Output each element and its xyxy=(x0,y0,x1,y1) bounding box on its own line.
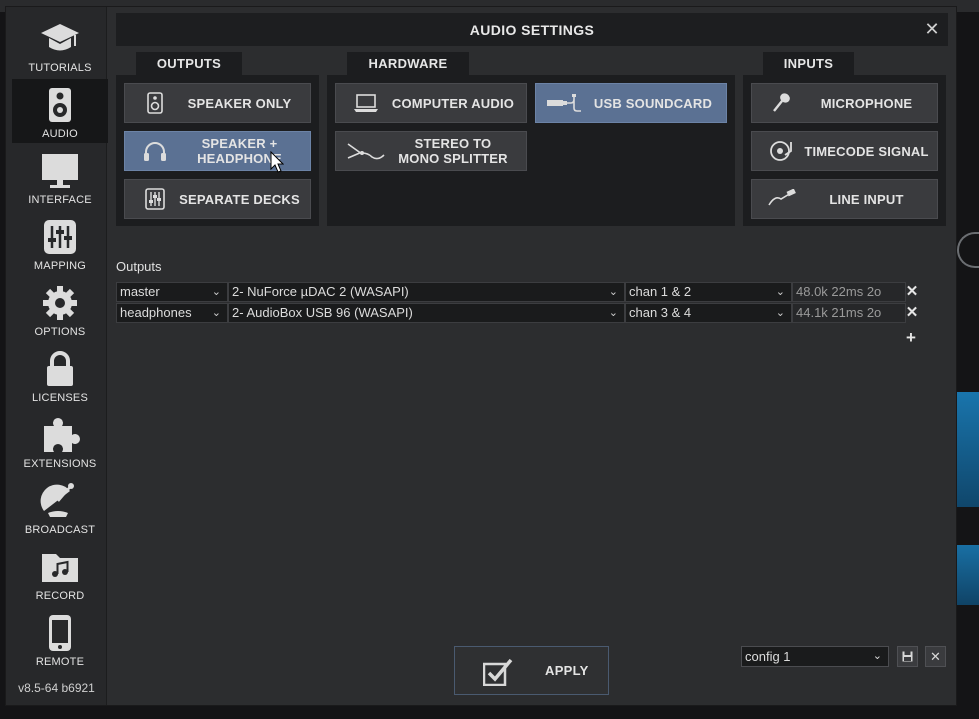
chevron-down-icon: ⌄ xyxy=(608,286,618,298)
headphones-icon xyxy=(135,140,175,162)
output-channels-select[interactable]: chan 1 & 2 ⌄ xyxy=(625,282,792,302)
sidebar-item-label: EXTENSIONS xyxy=(23,458,97,470)
stereo-mono-splitter-button[interactable]: STEREO TO MONO SPLITTER xyxy=(335,131,527,171)
background-waveform-lower xyxy=(955,545,979,605)
speaker-icon xyxy=(135,92,175,114)
satellite-dish-icon xyxy=(39,481,81,521)
sidebar-item-label: MAPPING xyxy=(33,260,87,272)
output-info: 48.0k 22ms 2o xyxy=(792,282,906,302)
timecode-signal-button[interactable]: TIMECODE SIGNAL xyxy=(751,131,938,171)
computer-audio-button[interactable]: COMPUTER AUDIO xyxy=(335,83,527,123)
cable-icon xyxy=(762,188,802,210)
speaker-only-label: SPEAKER ONLY xyxy=(187,95,292,111)
chevron-down-icon: ⌄ xyxy=(211,307,221,319)
line-input-button[interactable]: LINE INPUT xyxy=(751,179,938,219)
laptop-icon xyxy=(346,92,386,114)
outputs-section-label: Outputs xyxy=(116,259,162,274)
sidebar-item-broadcast[interactable]: BROADCAST xyxy=(12,475,108,539)
sidebar-item-options[interactable]: OPTIONS xyxy=(12,277,108,341)
inputs-group: MICROPHONE TIMECODE SIGNAL LINE INPUT xyxy=(743,75,946,226)
sidebar-item-tutorials[interactable]: TUTORIALS xyxy=(12,13,108,77)
speaker-only-button[interactable]: SPEAKER ONLY xyxy=(124,83,311,123)
background-round-button xyxy=(957,232,979,268)
graduation-cap-icon xyxy=(39,19,81,59)
close-icon[interactable]: ✕ xyxy=(923,20,941,38)
output-type-select[interactable]: master ⌄ xyxy=(116,282,228,302)
usb-soundcard-button[interactable]: USB SOUNDCARD xyxy=(535,83,727,123)
monitor-icon xyxy=(39,151,81,191)
output-device-select[interactable]: 2- NuForce µDAC 2 (WASAPI) ⌄ xyxy=(228,282,625,302)
usb-soundcard-label: USB SOUNDCARD xyxy=(593,95,713,111)
close-icon[interactable]: ✕ xyxy=(905,304,919,322)
microphone-icon xyxy=(762,92,802,114)
speaker-icon xyxy=(39,85,81,125)
line-input-label: LINE INPUT xyxy=(829,191,904,207)
sidebar-item-mapping[interactable]: MAPPING xyxy=(12,211,108,275)
sliders-icon xyxy=(39,217,81,257)
computer-audio-label: COMPUTER AUDIO xyxy=(391,95,515,111)
close-icon: ✕ xyxy=(930,648,941,664)
chevron-down-icon: ⌄ xyxy=(775,286,785,298)
output-channels-select[interactable]: chan 3 & 4 ⌄ xyxy=(625,303,792,323)
usb-soundcard-icon xyxy=(546,92,586,114)
checkbox-check-icon xyxy=(483,658,513,686)
output-device-select[interactable]: 2- AudioBox USB 96 (WASAPI) ⌄ xyxy=(228,303,625,323)
chevron-down-icon: ⌄ xyxy=(872,650,882,662)
sidebar-item-record[interactable]: RECORD xyxy=(12,541,108,605)
phone-icon xyxy=(39,613,81,653)
microphone-button[interactable]: MICROPHONE xyxy=(751,83,938,123)
sidebar-item-label: RECORD xyxy=(35,590,85,602)
sidebar-item-label: BROADCAST xyxy=(24,524,96,536)
stereo-mono-splitter-label: STEREO TO MONO SPLITTER xyxy=(398,136,508,166)
sidebar-item-audio[interactable]: AUDIO xyxy=(12,79,108,143)
delete-config-button[interactable]: ✕ xyxy=(925,646,946,667)
inputs-group-title: INPUTS xyxy=(763,52,854,76)
sidebar-item-extensions[interactable]: EXTENSIONS xyxy=(12,409,108,473)
chevron-down-icon: ⌄ xyxy=(608,307,618,319)
microphone-label: MICROPHONE xyxy=(820,95,913,111)
outputs-group: SPEAKER ONLY SPEAKER + HEADPHONE SEPARAT… xyxy=(116,75,319,226)
save-config-button[interactable] xyxy=(897,646,918,667)
sidebar-item-label: OPTIONS xyxy=(34,326,86,338)
chevron-down-icon: ⌄ xyxy=(211,286,221,298)
sidebar-item-label: REMOTE xyxy=(35,656,85,668)
mouse-cursor-icon xyxy=(270,151,284,173)
sidebar-item-label: INTERFACE xyxy=(28,194,92,206)
output-type-select[interactable]: headphones ⌄ xyxy=(116,303,228,323)
audio-settings-dialog: TUTORIALS AUDIO INTERFACE MAPPING OPTION… xyxy=(5,6,957,706)
splitter-cable-icon xyxy=(346,140,386,162)
puzzle-icon xyxy=(39,415,81,455)
timecode-signal-label: TIMECODE SIGNAL xyxy=(804,143,929,159)
sidebar-item-label: LICENSES xyxy=(31,392,88,404)
separate-decks-button[interactable]: SEPARATE DECKS xyxy=(124,179,311,219)
hardware-group-title: HARDWARE xyxy=(347,52,469,76)
lock-icon xyxy=(39,349,81,389)
sidebar-item-interface[interactable]: INTERFACE xyxy=(12,145,108,209)
separate-decks-label: SEPARATE DECKS xyxy=(179,191,300,207)
chevron-down-icon: ⌄ xyxy=(775,307,785,319)
dialog-titlebar: AUDIO SETTINGS ✕ xyxy=(116,13,948,46)
dialog-title: AUDIO SETTINGS xyxy=(469,22,595,38)
turntable-icon xyxy=(762,140,802,162)
plus-icon[interactable]: + xyxy=(904,329,918,346)
config-select[interactable]: config 1 ⌄ xyxy=(741,646,889,667)
floppy-icon xyxy=(902,651,913,662)
apply-label: APPLY xyxy=(545,663,589,678)
sidebar-item-licenses[interactable]: LICENSES xyxy=(12,343,108,407)
gear-icon xyxy=(39,283,81,323)
hardware-group: COMPUTER AUDIO USB SOUNDCARD STEREO TO M… xyxy=(327,75,735,226)
apply-button[interactable]: APPLY xyxy=(454,646,609,695)
sidebar-item-label: TUTORIALS xyxy=(28,62,92,74)
sidebar-item-label: AUDIO xyxy=(42,128,78,140)
outputs-group-title: OUTPUTS xyxy=(136,52,242,76)
version-label: v8.5-64 b6921 xyxy=(18,681,95,695)
settings-sidebar: TUTORIALS AUDIO INTERFACE MAPPING OPTION… xyxy=(6,7,108,705)
sidebar-item-remote[interactable]: REMOTE xyxy=(12,607,108,671)
close-icon[interactable]: ✕ xyxy=(905,283,919,301)
output-info: 44.1k 21ms 2o xyxy=(792,303,906,323)
music-folder-icon xyxy=(39,547,81,587)
speaker-headphone-label: SPEAKER + HEADPHONE xyxy=(197,136,282,166)
mixer-icon xyxy=(135,188,175,210)
